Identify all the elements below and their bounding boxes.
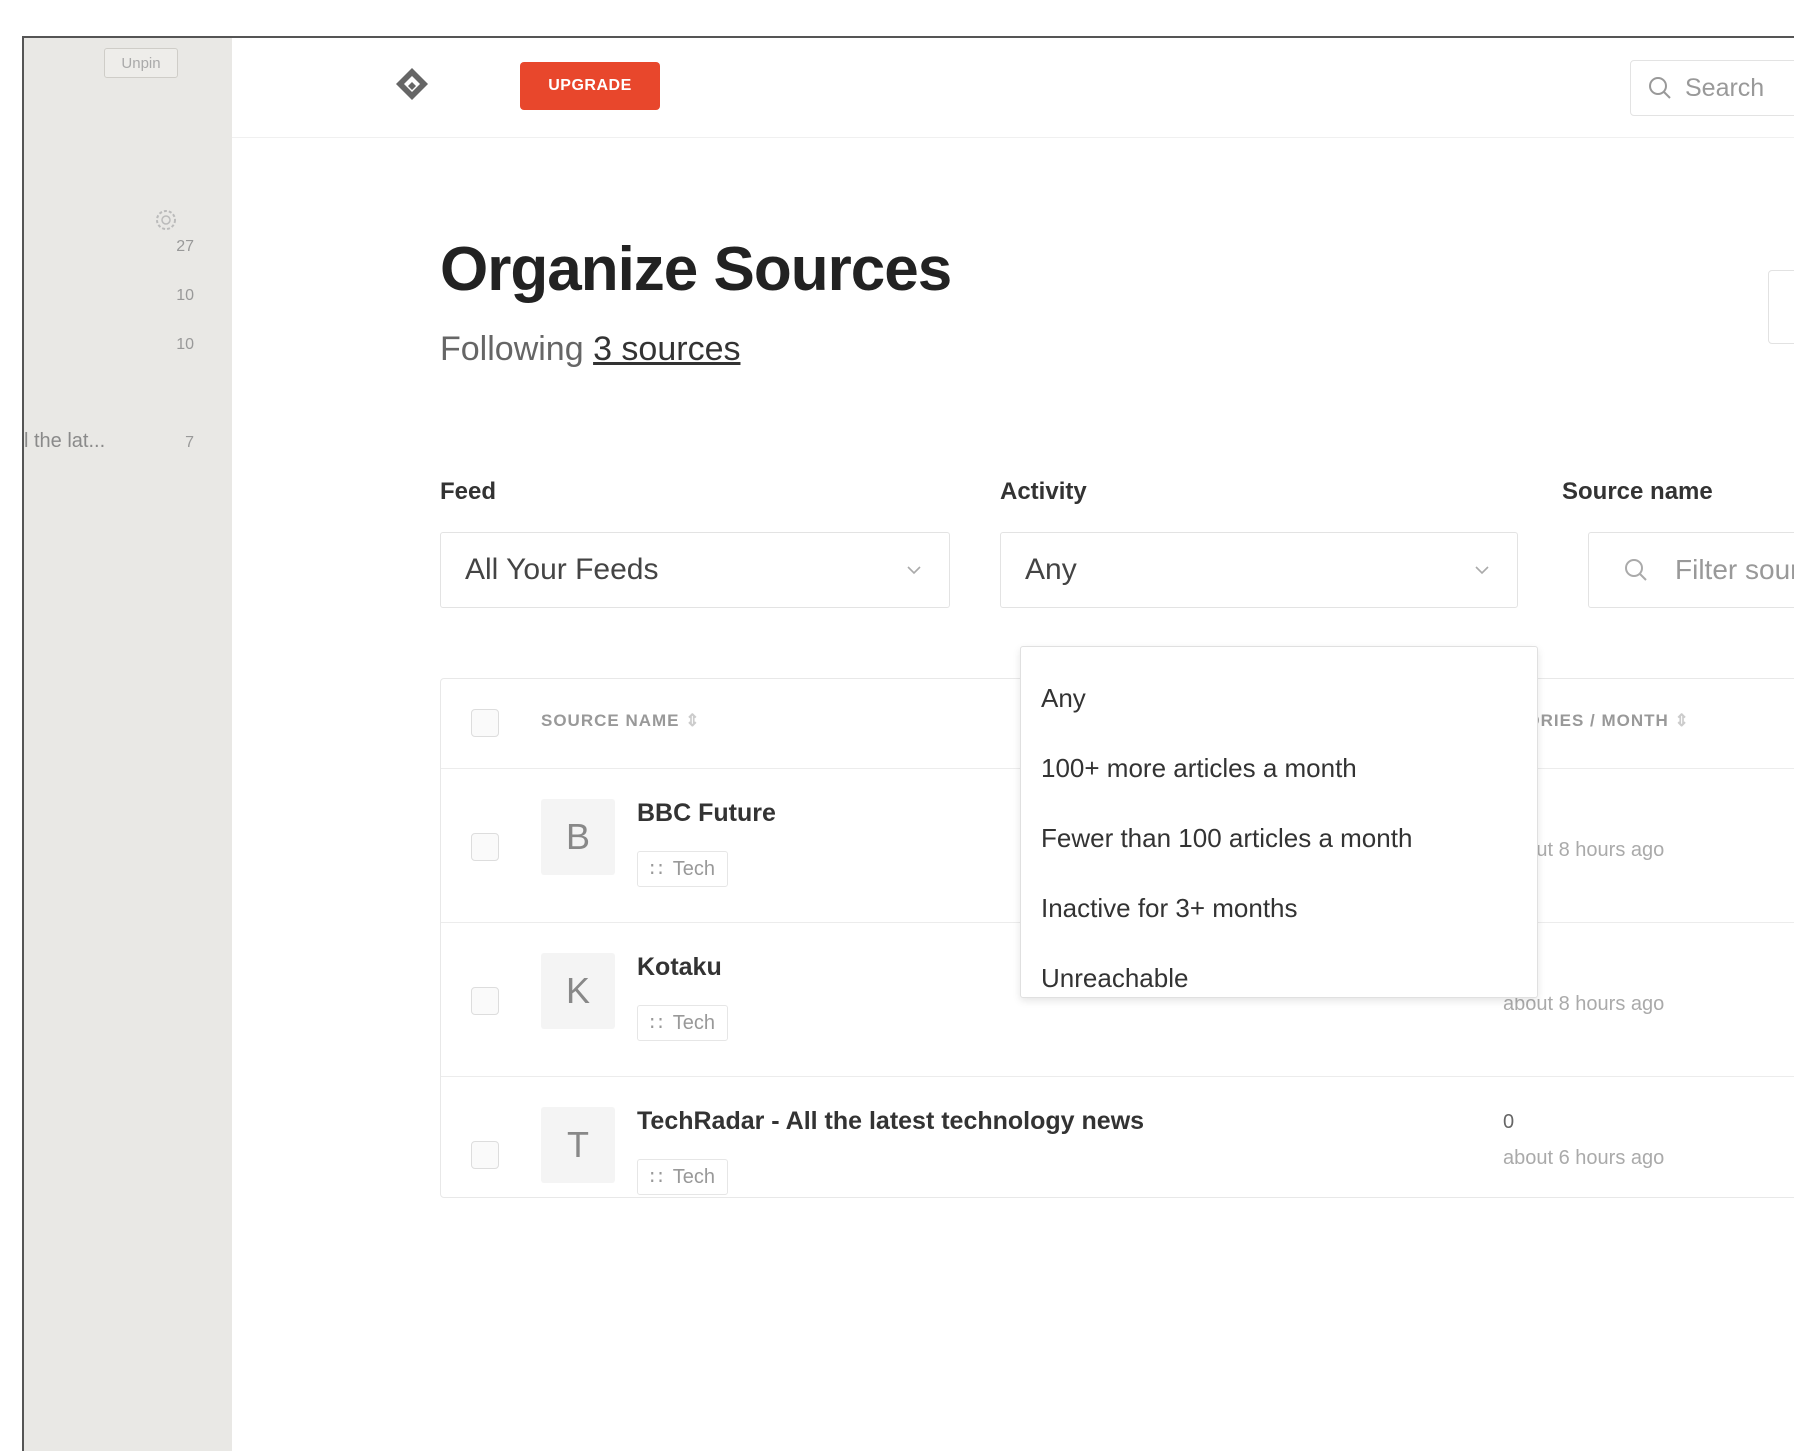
activity-option-inactive[interactable]: Inactive for 3+ months (1021, 873, 1537, 943)
sidebar-count: 27 (176, 238, 194, 255)
activity-select[interactable]: Any (1000, 532, 1518, 608)
chevron-down-icon (907, 566, 921, 575)
activity-dropdown-menu: Any 100+ more articles a month Fewer tha… (1020, 646, 1538, 998)
rss-icon: ∷ (650, 1166, 663, 1189)
page-title: Organize Sources (440, 235, 952, 304)
table-row[interactable]: T TechRadar - All the latest technology … (441, 1077, 1794, 1231)
activity-option-any[interactable]: Any (1021, 663, 1537, 733)
column-header-source-name[interactable]: SOURCE NAME ⇕ (541, 711, 701, 731)
activity-option-100-plus[interactable]: 100+ more articles a month (1021, 733, 1537, 803)
sidebar-count: 10 (176, 287, 194, 304)
activity-option-unreachable[interactable]: Unreachable (1021, 943, 1537, 1013)
activity-filter-label: Activity (1000, 478, 1087, 505)
chevron-down-icon (1475, 566, 1489, 575)
sidebar-item-label[interactable]: l the lat... (24, 430, 105, 453)
search-icon (1625, 559, 1647, 581)
select-all-checkbox[interactable] (471, 709, 499, 737)
rss-icon: ∷ (650, 858, 663, 881)
rss-icon: ∷ (650, 1012, 663, 1035)
upgrade-button[interactable]: UPGRADE (520, 62, 660, 110)
sidebar-count: 7 (185, 434, 194, 451)
source-avatar: T (541, 1107, 615, 1183)
search-placeholder: Search (1685, 73, 1765, 102)
source-avatar: B (541, 799, 615, 875)
source-name[interactable]: TechRadar - All the latest technology ne… (637, 1107, 1144, 1136)
top-bar (232, 38, 1794, 138)
source-name[interactable]: Kotaku (637, 953, 722, 982)
feed-tag[interactable]: ∷ Tech (637, 1159, 728, 1195)
last-updated: about 6 hours ago (1503, 1147, 1665, 1169)
source-avatar: K (541, 953, 615, 1029)
unpin-button[interactable]: Unpin (104, 48, 178, 78)
row-checkbox[interactable] (471, 1141, 499, 1169)
sidebar: Unpin 27 10 10 l the lat... 7 (24, 38, 232, 1451)
row-checkbox[interactable] (471, 987, 499, 1015)
app-window: Unpin 27 10 10 l the lat... 7 UPGRADE Se… (22, 36, 1794, 1451)
search-box[interactable]: Search (1630, 60, 1794, 116)
header-action-button[interactable]: It (1768, 270, 1794, 344)
sources-link[interactable]: 3 sources (593, 330, 740, 368)
activity-option-fewer-than-100[interactable]: Fewer than 100 articles a month (1021, 803, 1537, 873)
search-icon (1649, 77, 1671, 99)
feed-select[interactable]: All Your Feeds (440, 532, 950, 608)
gear-icon[interactable] (152, 206, 180, 234)
feed-tag[interactable]: ∷ Tech (637, 1005, 728, 1041)
feed-filter-label: Feed (440, 478, 497, 505)
following-summary: Following 3 sources (440, 330, 741, 368)
row-checkbox[interactable] (471, 833, 499, 861)
source-name-filter-label: Source name (1562, 478, 1713, 505)
feedly-logo-icon[interactable] (392, 64, 432, 104)
sidebar-count: 10 (176, 336, 194, 353)
stories-count: 0 (1503, 1111, 1515, 1133)
source-name-filter-input[interactable]: Filter sources (1588, 532, 1794, 608)
feed-tag[interactable]: ∷ Tech (637, 851, 728, 887)
source-name[interactable]: BBC Future (637, 799, 776, 828)
